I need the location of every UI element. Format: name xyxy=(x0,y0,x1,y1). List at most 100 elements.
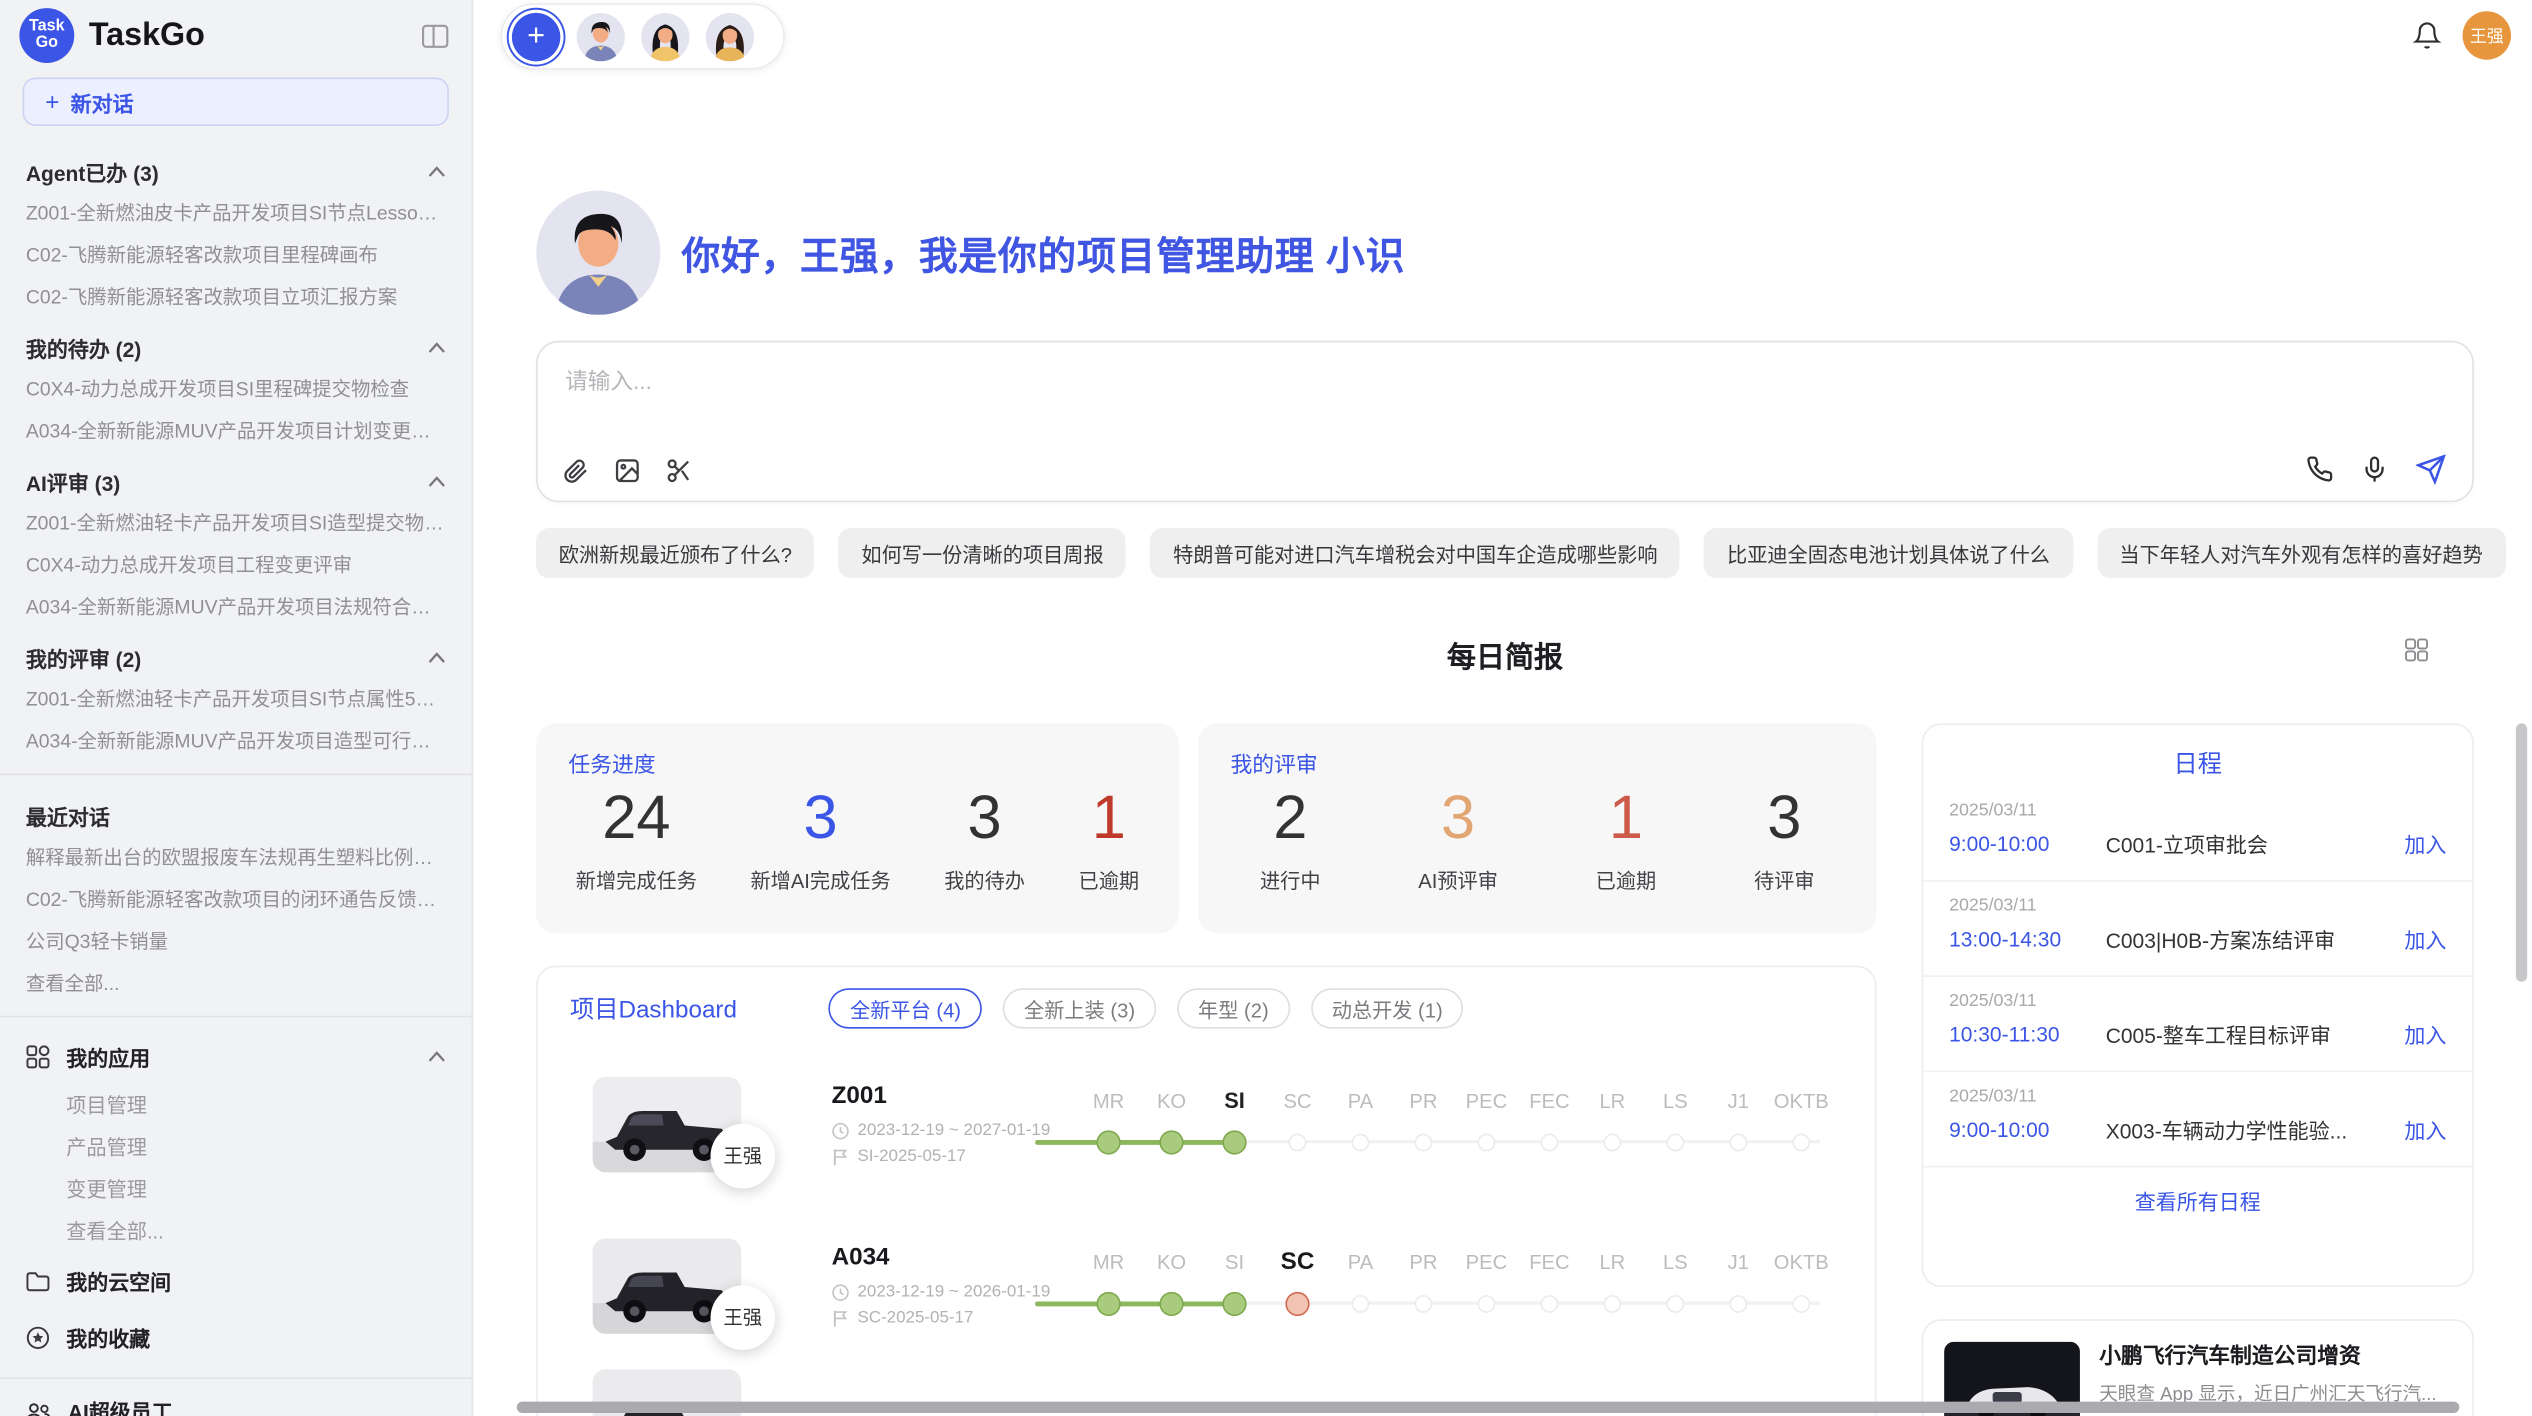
mic-icon[interactable] xyxy=(2361,455,2388,482)
project-owner-badge: 王强 xyxy=(711,1123,776,1188)
list-item[interactable]: 解释最新出台的欧盟报废车法规再生塑料比例被调至15%... xyxy=(26,836,446,878)
sidebar-item-my-apps[interactable]: 我的应用 xyxy=(26,1029,446,1086)
project-flag: SC-2025-05-17 xyxy=(857,1308,973,1327)
stat-ai-prereview: 3 AI预评审 xyxy=(1418,782,1498,895)
project-row-z001[interactable]: 王强 Z001 2023-12-19 ~ 2027-01-19 SI-2025-… xyxy=(538,1043,1875,1204)
scissors-icon[interactable] xyxy=(665,457,692,484)
view-all-chats[interactable]: 查看全部... xyxy=(26,962,446,1004)
vertical-scrollbar[interactable] xyxy=(2516,723,2527,981)
dashboard-title: 项目Dashboard xyxy=(570,991,737,1025)
milestone-node xyxy=(1541,1133,1559,1151)
milestone-label: PEC xyxy=(1455,1248,1518,1277)
new-chat-button[interactable]: + 新对话 xyxy=(23,78,449,126)
section-my-review[interactable]: 我的评审 (2) xyxy=(26,628,446,678)
join-button[interactable]: 加入 xyxy=(2404,1114,2446,1145)
milestone-label: J1 xyxy=(1707,1087,1770,1116)
list-item[interactable]: C0X4-动力总成开发项目工程变更评审 xyxy=(26,544,446,586)
sidebar-item-product-mgmt[interactable]: 产品管理 xyxy=(26,1127,446,1169)
bell-icon[interactable] xyxy=(2413,21,2442,50)
section-ai-review[interactable]: AI评审 (3) xyxy=(26,452,446,502)
sidebar-item-change-mgmt[interactable]: 变更管理 xyxy=(26,1169,446,1211)
agent-avatar-3[interactable] xyxy=(706,12,754,60)
view-all-apps[interactable]: 查看全部... xyxy=(26,1211,446,1253)
divider xyxy=(0,1016,472,1018)
milestone-node-done xyxy=(1096,1291,1120,1315)
section-title: 我的评审 (2) xyxy=(26,643,141,674)
apps-grid-icon xyxy=(26,1045,50,1069)
horizontal-scrollbar[interactable] xyxy=(517,1402,2460,1413)
suggestion-chip[interactable]: 当下年轻人对汽车外观有怎样的喜好趋势 xyxy=(2097,528,2506,578)
agent-avatar-2[interactable] xyxy=(641,12,689,60)
logo-line2: Go xyxy=(36,36,58,53)
sidebar-item-ai-employee[interactable]: AI超级员工 xyxy=(26,1390,446,1416)
milestone-node xyxy=(1792,1294,1810,1312)
list-item[interactable]: C0X4-动力总成开发项目SI里程碑提交物检查 xyxy=(26,368,446,410)
stat-label: 进行中 xyxy=(1260,864,1321,895)
section-title: Agent已办 (3) xyxy=(26,157,159,188)
tab-new-platform[interactable]: 全新平台 (4) xyxy=(829,988,982,1028)
daily-briefing-title: 每日简报 xyxy=(1447,641,1563,673)
suggestion-chips: 欧洲新规最近颁布了什么? 如何写一份清晰的项目周报 特朗普可能对进口汽车增税会对… xyxy=(536,528,2490,578)
schedule-date: 2025/03/11 xyxy=(1949,896,2446,915)
list-item[interactable]: C02-飞腾新能源轻客改款项目里程碑画布 xyxy=(26,234,446,276)
sidebar-item-project-mgmt[interactable]: 项目管理 xyxy=(26,1085,446,1127)
join-button[interactable]: 加入 xyxy=(2404,924,2446,955)
schedule-name: C003|H0B-方案冻结评审 xyxy=(2106,924,2392,955)
composer-left-tools xyxy=(562,457,693,484)
suggestion-chip[interactable]: 如何写一份清晰的项目周报 xyxy=(839,528,1126,578)
stat-value: 1 xyxy=(1079,782,1140,856)
image-icon[interactable] xyxy=(614,457,641,484)
join-button[interactable]: 加入 xyxy=(2404,828,2446,859)
list-item[interactable]: C02-飞腾新能源轻客改款项目立项汇报方案 xyxy=(26,276,446,318)
join-button[interactable]: 加入 xyxy=(2404,1019,2446,1050)
tab-model-year[interactable]: 年型 (2) xyxy=(1177,988,1290,1028)
suggestion-chip[interactable]: 欧洲新规最近颁布了什么? xyxy=(536,528,814,578)
project-dates: 2023-12-19 ~ 2027-01-19 xyxy=(857,1121,1050,1140)
section-title: AI评审 (3) xyxy=(26,467,120,498)
phone-icon[interactable] xyxy=(2306,455,2333,482)
stat-new-ai-done: 3 新增AI完成任务 xyxy=(750,782,890,895)
schedule-time: 10:30-11:30 xyxy=(1949,1022,2106,1046)
sidebar-item-favorites[interactable]: 我的收藏 xyxy=(26,1310,446,1367)
section-title: 最近对话 xyxy=(26,801,110,832)
view-all-schedule[interactable]: 查看所有日程 xyxy=(1923,1168,2472,1234)
layout-grid-icon[interactable] xyxy=(2404,638,2428,662)
conversation-switcher: + xyxy=(501,3,785,69)
news-title: 小鹏飞行汽车制造公司增资 xyxy=(2099,1342,2436,1370)
new-conversation-button[interactable]: + xyxy=(512,12,560,60)
send-icon[interactable] xyxy=(2416,454,2447,485)
milestone-node-done xyxy=(1096,1130,1120,1154)
list-item[interactable]: A034-全新新能源MUV产品开发项目法规符合性评审 xyxy=(26,586,446,628)
tab-new-body[interactable]: 全新上装 (3) xyxy=(1003,988,1156,1028)
list-item[interactable]: Z001-全新燃油轻卡产品开发项目SI节点属性5D文件评审 xyxy=(26,678,446,720)
list-item[interactable]: A034-全新新能源MUV产品开发项目造型可行性评审 xyxy=(26,720,446,762)
milestone-node xyxy=(1289,1133,1307,1151)
list-item[interactable]: Z001-全新燃油轻卡产品开发项目SI造型提交物评审 xyxy=(26,502,446,544)
milestone-node xyxy=(1666,1294,1684,1312)
chat-input[interactable]: 请输入... xyxy=(536,341,2474,502)
cloud-space-label: 我的云空间 xyxy=(66,1266,171,1297)
list-item[interactable]: C02-飞腾新能源轻客改款项目的闭环通告反馈情况 xyxy=(26,878,446,920)
section-agent-done[interactable]: Agent已办 (3) xyxy=(26,142,446,192)
plus-icon: + xyxy=(45,88,59,115)
input-placeholder: 请输入... xyxy=(565,365,652,397)
paperclip-icon[interactable] xyxy=(562,457,589,484)
stat-label: 待评审 xyxy=(1754,864,1815,895)
milestone-label: LR xyxy=(1581,1087,1644,1116)
sidebar-item-cloud-space[interactable]: 我的云空间 xyxy=(26,1253,446,1310)
list-item[interactable]: 公司Q3轻卡销量 xyxy=(26,920,446,962)
suggestion-chip[interactable]: 特朗普可能对进口汽车增税会对中国车企造成哪些影响 xyxy=(1150,528,1680,578)
list-item[interactable]: Z001-全新燃油皮卡产品开发项目SI节点Lesson Learn报告 xyxy=(26,192,446,234)
panel-toggle-icon[interactable] xyxy=(418,20,452,51)
main-area: + 王强 你好，王强，我是你的项目管理助理 小识 请输入... xyxy=(475,0,2532,1416)
chevron-up-icon xyxy=(428,342,446,353)
composer-right-tools xyxy=(2306,454,2446,485)
user-avatar[interactable]: 王强 xyxy=(2463,11,2511,59)
list-item[interactable]: A034-全新新能源MUV产品开发项目计划变更表编写 xyxy=(26,410,446,452)
project-row-a034[interactable]: 王强 A034 2023-12-19 ~ 2026-01-19 SC-2025-… xyxy=(538,1205,1875,1366)
milestone-node xyxy=(1729,1133,1747,1151)
tab-powertrain[interactable]: 动总开发 (1) xyxy=(1311,988,1464,1028)
suggestion-chip[interactable]: 比亚迪全固态电池计划具体说了什么 xyxy=(1704,528,2072,578)
section-my-todo[interactable]: 我的待办 (2) xyxy=(26,318,446,368)
agent-avatar-1[interactable] xyxy=(576,12,624,60)
